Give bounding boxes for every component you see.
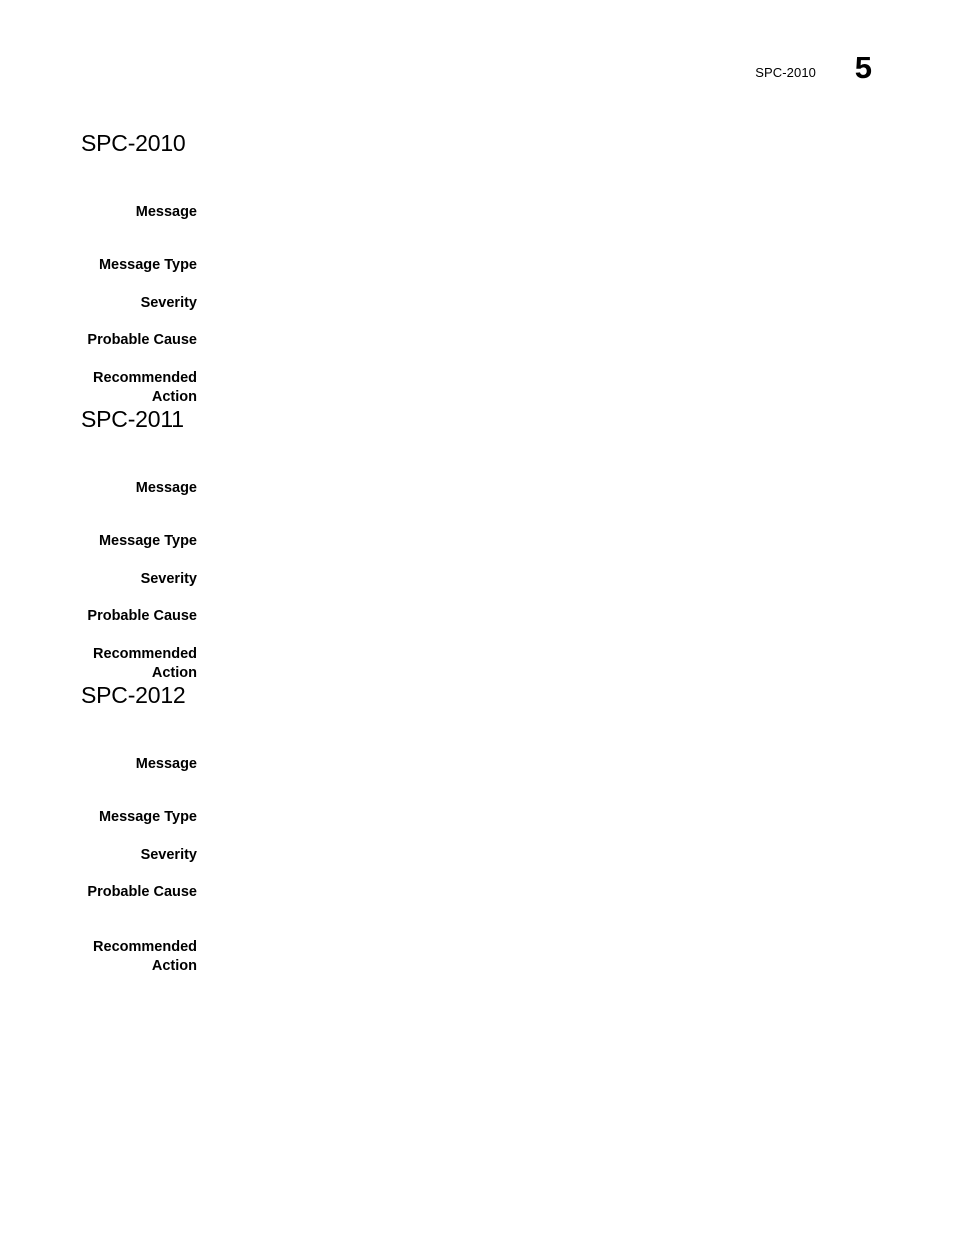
field-label: Message Type (98, 533, 197, 549)
section-heading: SPC-2010 (81, 130, 186, 156)
field-label: Message Type (98, 257, 197, 273)
field-table: Message Message Type Severity Probable Caus… (81, 155, 881, 409)
field-label: Recommended Action (93, 939, 197, 974)
field-value (217, 808, 857, 827)
field-value (217, 294, 857, 313)
message-section: SPC-2011 Message Message Type Severity Proba… (81, 408, 881, 685)
field-value (217, 938, 857, 957)
field-value (217, 532, 857, 551)
document-page: SPC-2010 5 SPC-2010 Message Message Type Se… (0, 0, 954, 1235)
field-value (217, 755, 857, 774)
field-value (217, 369, 857, 388)
field-label: Severity (140, 847, 197, 863)
field-value (217, 570, 857, 589)
field-value (217, 256, 857, 275)
field-table: Message Message Type Severity Probable Caus… (81, 707, 881, 978)
message-section: SPC-2010 Message Message Type Severity Proba… (81, 132, 881, 409)
field-label: Probable Cause (87, 332, 197, 348)
field-label: Message (135, 756, 197, 772)
message-section: SPC-2012 Message Message Type Severity Proba… (81, 684, 881, 978)
field-value (217, 883, 857, 902)
field-value (217, 331, 857, 350)
section-heading: SPC-2011 (81, 406, 184, 432)
field-table: Message Message Type Severity Probable Caus… (81, 431, 881, 685)
field-label: Severity (140, 295, 197, 311)
running-header: SPC-2010 5 (0, 52, 954, 100)
field-value (217, 607, 857, 626)
field-value (217, 479, 857, 498)
field-label: Probable Cause (87, 608, 197, 624)
page-number: 5 (854, 50, 872, 85)
section-heading: SPC-2012 (81, 682, 186, 708)
field-label: Probable Cause (87, 884, 197, 900)
header-document-id: SPC-2010 (755, 65, 816, 80)
field-label: Recommended Action (93, 646, 197, 681)
field-label: Message (135, 480, 197, 496)
field-label: Severity (140, 571, 197, 587)
field-label: Message Type (98, 809, 197, 825)
field-value (217, 203, 857, 222)
field-value (217, 846, 857, 865)
field-value (217, 645, 857, 664)
field-label: Recommended Action (93, 370, 197, 405)
field-label: Message (135, 204, 197, 220)
